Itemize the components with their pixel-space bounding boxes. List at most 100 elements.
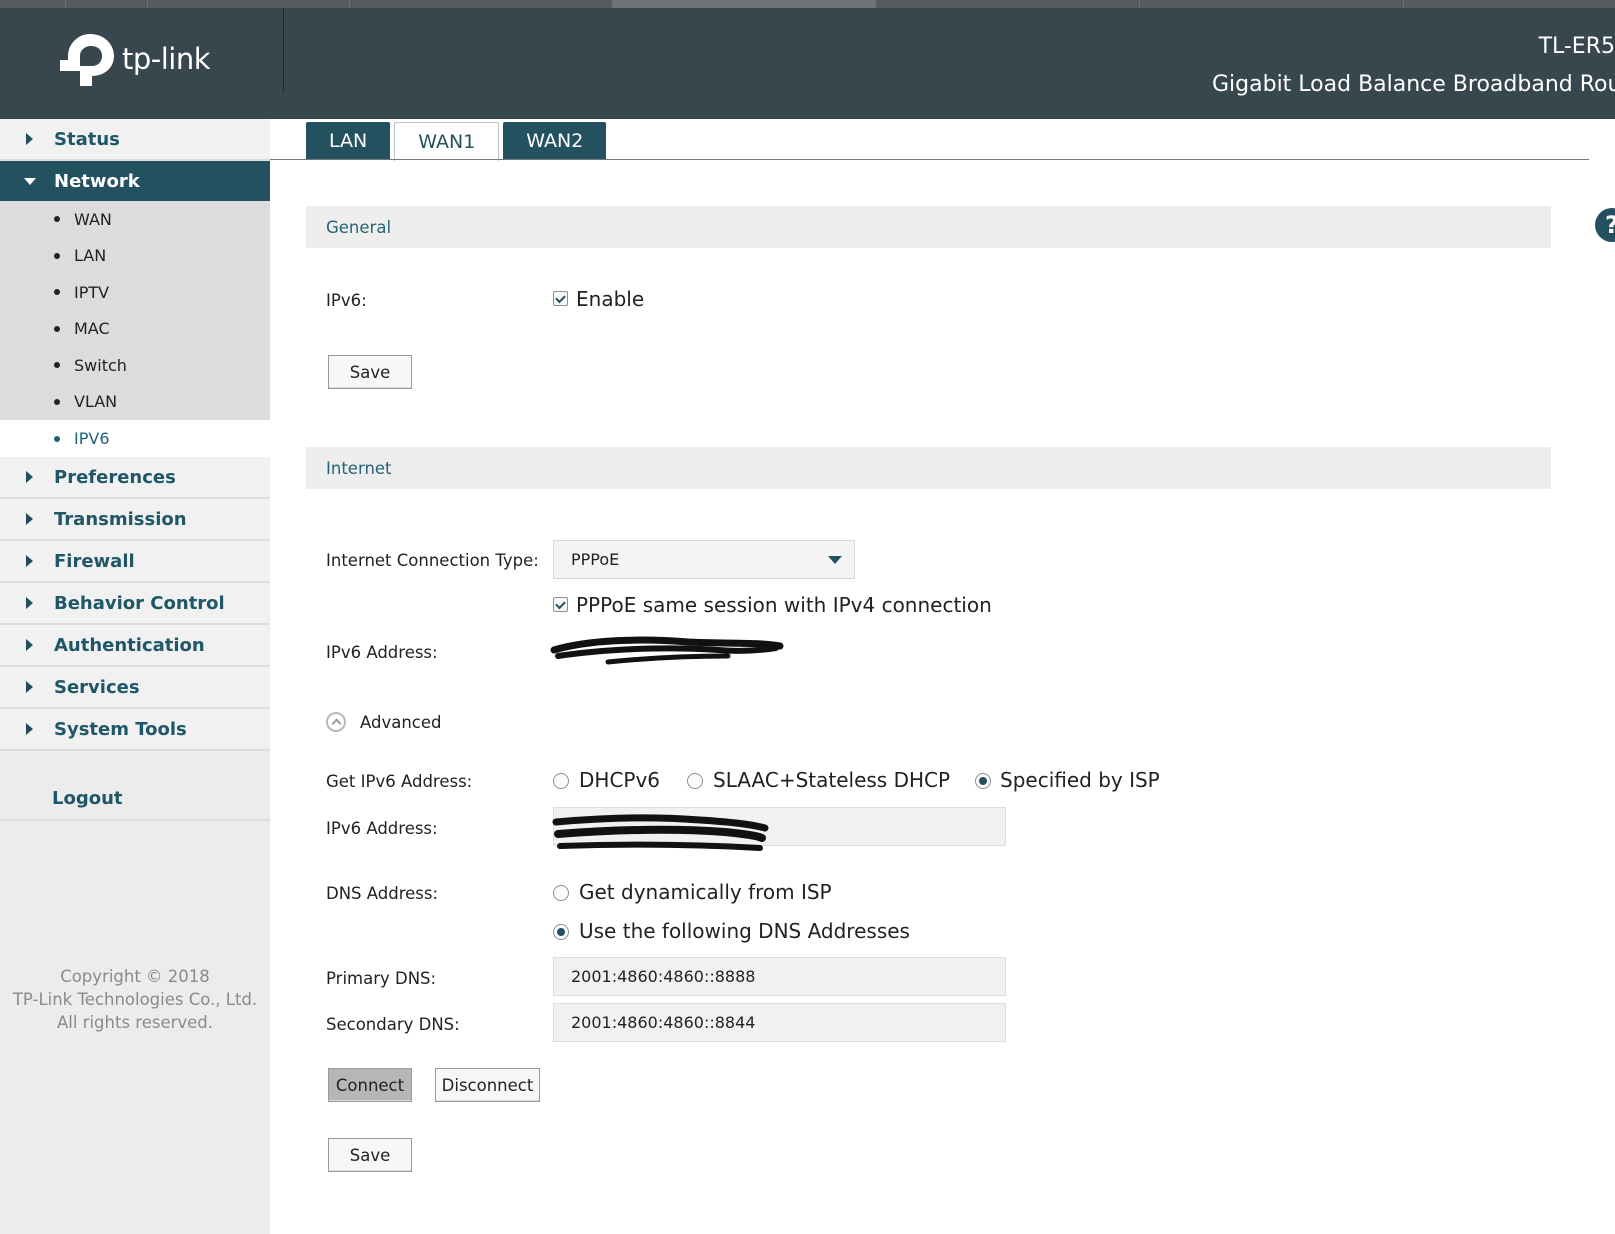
sidebar-item-firewall[interactable]: Firewall: [0, 541, 270, 583]
submenu-label: IPTV: [74, 282, 110, 302]
section-general-header: General: [306, 206, 1551, 248]
caret-right-icon: [26, 513, 33, 525]
submenu-item-switch[interactable]: Switch: [0, 347, 270, 384]
strip-segment: [350, 0, 613, 8]
advanced-toggle[interactable]: Advanced: [326, 712, 442, 732]
tab-lan[interactable]: LAN: [306, 122, 391, 160]
submenu-item-lan[interactable]: LAN: [0, 238, 270, 275]
submenu-item-wan[interactable]: WAN: [0, 201, 270, 238]
general-save-button[interactable]: Save: [328, 355, 412, 389]
disconnect-button[interactable]: Disconnect: [435, 1068, 540, 1102]
ipv6-address-label: IPv6 Address:: [326, 643, 438, 662]
sidebar-item-status[interactable]: Status: [0, 119, 270, 161]
secondary-dns-label: Secondary DNS:: [326, 1015, 460, 1034]
caret-right-icon: [26, 639, 33, 651]
bullet-icon: [54, 362, 60, 369]
sidebar-item-network[interactable]: Network: [0, 161, 270, 201]
submenu-label: LAN: [74, 246, 107, 266]
dropdown-caret-icon: [828, 556, 842, 564]
brand-wordmark: tp-link: [122, 42, 211, 76]
secondary-dns-input[interactable]: 2001:4860:4860::8844: [553, 1003, 1006, 1042]
bullet-icon: [54, 325, 60, 332]
connect-button[interactable]: Connect: [328, 1068, 412, 1102]
connection-type-label: Internet Connection Type:: [326, 551, 539, 570]
sidebar-item-label: Services: [54, 676, 140, 698]
strip-segment: [66, 0, 148, 8]
copyright-line: All rights reserved.: [56, 1013, 214, 1032]
bullet-icon: [54, 252, 60, 259]
radio-dns-dynamic[interactable]: [553, 885, 569, 901]
submenu-label: VLAN: [74, 392, 118, 412]
ipv6-label: IPv6:: [326, 291, 367, 310]
sidebar-item-label: Transmission: [54, 508, 187, 530]
network-submenu: WAN LAN IPTV MAC Switch VLAN IPV6: [0, 201, 270, 457]
pppoe-same-session-label: PPPoE same session with IPv4 connection: [576, 593, 992, 617]
connection-type-select[interactable]: PPPoE: [553, 540, 855, 579]
logout-link[interactable]: Logout: [0, 777, 270, 821]
sidebar-item-label: System Tools: [54, 718, 187, 740]
caret-right-icon: [26, 723, 33, 735]
sidebar-item-label: Behavior Control: [54, 592, 225, 614]
sidebar-item-transmission[interactable]: Transmission: [0, 499, 270, 541]
sidebar-item-label: Firewall: [54, 550, 135, 572]
sidebar-item-system-tools[interactable]: System Tools: [0, 709, 270, 751]
get-ipv6-label: Get IPv6 Address:: [326, 772, 473, 791]
submenu-item-vlan[interactable]: VLAN: [0, 384, 270, 421]
dns-address-label: DNS Address:: [326, 884, 439, 903]
radio-dhcpv6[interactable]: [553, 773, 569, 789]
tab-bar: LAN WAN1 WAN2: [306, 122, 610, 161]
top-strip: [0, 0, 1615, 8]
redacted-ipv6-address-input: [552, 814, 769, 851]
strip-segment: [148, 0, 350, 8]
bullet-icon: [54, 398, 60, 405]
sidebar-item-behavior-control[interactable]: Behavior Control: [0, 583, 270, 625]
radio-slaac[interactable]: [687, 773, 703, 789]
radio-dns-dynamic-label: Get dynamically from ISP: [579, 880, 832, 904]
caret-right-icon: [26, 681, 33, 693]
app-header: tp-link TL-ER5 Gigabit Load Balance Broa…: [0, 8, 1615, 119]
device-model: TL-ER5: [1538, 34, 1615, 59]
submenu-label: IPV6: [74, 429, 110, 448]
submenu-item-ipv6[interactable]: IPV6: [0, 420, 270, 457]
strip-segment: [1140, 0, 1404, 8]
ipv6-enable-label: Enable: [576, 287, 645, 311]
copyright-line: Copyright © 2018: [60, 967, 210, 986]
sidebar-item-label: Status: [54, 128, 120, 150]
section-internet-header: Internet: [306, 447, 1551, 489]
radio-dns-manual[interactable]: [553, 924, 569, 940]
submenu-label: Switch: [74, 355, 127, 375]
strip-segment: [876, 0, 1140, 8]
redacted-ipv6-address: [550, 636, 784, 665]
help-icon[interactable]: ?: [1595, 208, 1615, 242]
submenu-label: WAN: [74, 209, 112, 229]
caret-right-icon: [26, 133, 33, 145]
sidebar-item-authentication[interactable]: Authentication: [0, 625, 270, 667]
primary-dns-input[interactable]: 2001:4860:4860::8888: [553, 957, 1006, 996]
tab-wan1[interactable]: WAN1: [394, 122, 500, 161]
strip-segment: [1404, 0, 1615, 8]
pppoe-same-session-checkbox[interactable]: [553, 597, 568, 612]
ipv6-address2-label: IPv6 Address:: [326, 819, 438, 838]
radio-dns-manual-label: Use the following DNS Addresses: [579, 919, 910, 943]
sidebar-item-preferences[interactable]: Preferences: [0, 457, 270, 499]
sidebar-item-services[interactable]: Services: [0, 667, 270, 709]
submenu-item-mac[interactable]: MAC: [0, 311, 270, 348]
radio-slaac-label: SLAAC+Stateless DHCP: [713, 768, 951, 792]
tp-link-logo-icon: [60, 34, 114, 86]
submenu-label: MAC: [74, 319, 110, 339]
brand-logo: tp-link: [60, 30, 211, 88]
caret-down-icon: [24, 177, 36, 185]
connection-type-value: PPPoE: [571, 550, 620, 569]
radio-specified-by-isp[interactable]: [975, 773, 991, 789]
primary-dns-label: Primary DNS:: [326, 969, 437, 988]
caret-right-icon: [26, 471, 33, 483]
ipv6-enable-checkbox[interactable]: [553, 291, 568, 306]
submenu-item-iptv[interactable]: IPTV: [0, 274, 270, 311]
copyright-notice: Copyright © 2018 TP-Link Technologies Co…: [0, 965, 270, 1034]
tab-wan2[interactable]: WAN2: [503, 122, 607, 160]
sidebar-item-label: Preferences: [54, 466, 176, 488]
logo-area: tp-link: [0, 8, 284, 92]
tab-divider: [270, 159, 1589, 160]
internet-save-button[interactable]: Save: [328, 1138, 412, 1172]
radio-dhcpv6-label: DHCPv6: [579, 768, 661, 792]
